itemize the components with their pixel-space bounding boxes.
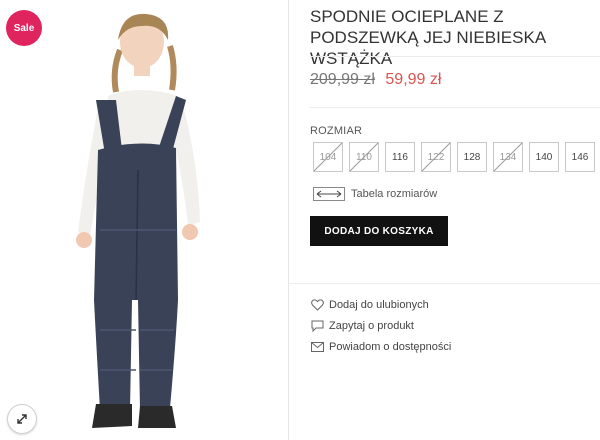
- size-option-104[interactable]: 104: [313, 142, 343, 172]
- add-to-cart-button[interactable]: DODAJ DO KOSZYKA: [310, 216, 448, 246]
- divider: [310, 56, 600, 57]
- notify-availability-link[interactable]: Powiadom o dostępności: [310, 336, 451, 357]
- size-option-label: 140: [535, 151, 553, 163]
- divider: [288, 0, 289, 440]
- expand-icon: [17, 414, 27, 424]
- divider: [288, 283, 600, 284]
- price-new: 59,99 zł: [385, 71, 442, 88]
- size-option-label: 134: [499, 151, 517, 163]
- divider: [310, 107, 600, 108]
- ruler-icon: [313, 187, 345, 201]
- size-option-label: 116: [392, 151, 408, 163]
- size-option-label: 110: [356, 151, 372, 163]
- size-option-146[interactable]: 146: [565, 142, 595, 172]
- product-title: SPODNIE OCIEPLANE Z PODSZEWKĄ JEJ NIEBIE…: [310, 7, 546, 68]
- size-option-label: 122: [427, 151, 445, 163]
- size-option-label: 146: [571, 151, 589, 163]
- size-option-label: 128: [463, 151, 481, 163]
- product-image[interactable]: [0, 0, 290, 440]
- envelope-icon: [310, 341, 324, 352]
- action-label: Zapytaj o produkt: [329, 319, 414, 332]
- action-label: Dodaj do ulubionych: [329, 298, 429, 311]
- size-selector: 104 110 116 122 128 134 140 146: [313, 142, 595, 172]
- add-to-wishlist-link[interactable]: Dodaj do ulubionych: [310, 294, 451, 315]
- speech-bubble-icon: [310, 320, 324, 332]
- price-old: 209,99 zł: [310, 71, 375, 88]
- action-label: Powiadom o dostępności: [329, 340, 452, 353]
- product-gallery: Sale: [0, 0, 290, 440]
- size-option-110[interactable]: 110: [349, 142, 379, 172]
- size-table-label: Tabela rozmiarów: [351, 188, 438, 200]
- size-option-label: 104: [319, 151, 337, 163]
- size-label: ROZMIAR: [310, 125, 363, 137]
- price-row: 209,99 zł 59,99 zł: [310, 71, 441, 89]
- zoom-button[interactable]: [7, 404, 37, 434]
- size-option-134[interactable]: 134: [493, 142, 523, 172]
- size-option-122[interactable]: 122: [421, 142, 451, 172]
- product-actions: Dodaj do ulubionych Zapytaj o produkt Po…: [310, 294, 451, 357]
- sale-badge: Sale: [6, 10, 42, 46]
- size-table-link[interactable]: Tabela rozmiarów: [313, 187, 437, 201]
- size-option-128[interactable]: 128: [457, 142, 487, 172]
- heart-icon: [310, 298, 324, 311]
- ask-about-product-link[interactable]: Zapytaj o produkt: [310, 315, 451, 336]
- size-option-116[interactable]: 116: [385, 142, 415, 172]
- size-option-140[interactable]: 140: [529, 142, 559, 172]
